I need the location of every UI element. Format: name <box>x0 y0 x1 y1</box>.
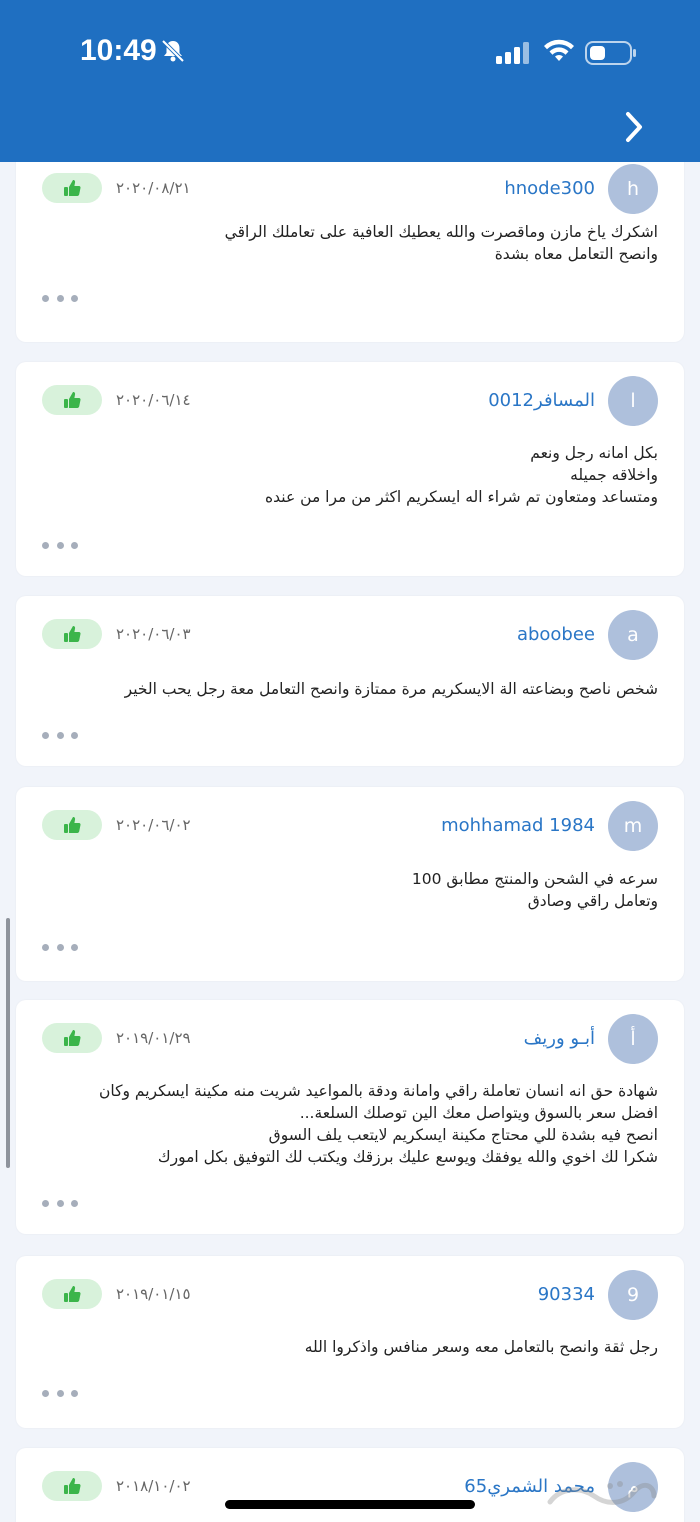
review-card: 9 90334 ٢٠١٩/٠١/١٥ رجل ثقة وانصح بالتعام… <box>16 1256 684 1428</box>
review-date: ٢٠١٩/٠١/٢٩ <box>116 1029 191 1047</box>
chevron-right-icon <box>626 112 642 142</box>
review-comment: اشكرك ياخ مازن وماقصرت والله يعطيك العاف… <box>224 223 658 263</box>
back-button[interactable] <box>612 105 656 149</box>
review-username[interactable]: أبـو وريف <box>524 1028 595 1049</box>
thumbs-up-icon <box>64 180 81 196</box>
avatar: 9 <box>608 1270 658 1320</box>
avatar: m <box>608 801 658 851</box>
bell-slash-icon <box>161 39 185 63</box>
review-card: أ أبـو وريف ٢٠١٩/٠١/٢٩ شهادة حق انه انسا… <box>16 1000 684 1234</box>
home-indicator[interactable] <box>225 1500 475 1509</box>
review-date: ٢٠٢٠/٠٨/٢١ <box>116 179 191 197</box>
app-header: 10:49 <box>0 0 700 162</box>
avatar: a <box>608 610 658 660</box>
like-button[interactable] <box>42 385 102 415</box>
more-options-button[interactable] <box>42 291 78 305</box>
review-comment: شخص ناصح وبضاعته الة الايسكريم مرة ممتاز… <box>124 680 658 698</box>
review-comment: رجل ثقة وانصح بالتعامل معه وسعر منافس وا… <box>304 1338 658 1356</box>
review-username[interactable]: mohhamad 1984 <box>441 815 595 836</box>
review-comment: بكل امانه رجل ونعم واخلاقه جميله ومتساعد… <box>265 444 658 506</box>
status-time: 10:49 <box>80 34 157 67</box>
review-username[interactable]: hnode300 <box>504 178 595 199</box>
review-date: ٢٠١٩/٠١/١٥ <box>116 1285 191 1303</box>
like-button[interactable] <box>42 1279 102 1309</box>
more-options-button[interactable] <box>42 1386 78 1400</box>
review-username[interactable]: المسافر0012 <box>488 390 595 411</box>
thumbs-up-icon <box>64 1286 81 1302</box>
scroll-indicator[interactable] <box>6 918 10 1168</box>
review-date: ٢٠٢٠/٠٦/١٤ <box>116 391 191 409</box>
battery-icon <box>585 41 636 65</box>
like-button[interactable] <box>42 619 102 649</box>
review-card: m mohhamad 1984 ٢٠٢٠/٠٦/٠٢ سرعه في الشحن… <box>16 787 684 981</box>
thumbs-up-icon <box>64 392 81 408</box>
avatar: ا <box>608 376 658 426</box>
avatar: h <box>608 164 658 214</box>
avatar: أ <box>608 1014 658 1064</box>
review-card: a aboobee ٢٠٢٠/٠٦/٠٣ شخص ناصح وبضاعته ال… <box>16 596 684 766</box>
review-card: ا المسافر0012 ٢٠٢٠/٠٦/١٤ بكل امانه رجل و… <box>16 362 684 576</box>
like-button[interactable] <box>42 810 102 840</box>
thumbs-up-icon <box>64 1030 81 1046</box>
thumbs-up-icon <box>64 817 81 833</box>
more-options-button[interactable] <box>42 1196 78 1210</box>
review-username[interactable]: aboobee <box>517 624 595 645</box>
wifi-icon <box>544 39 574 61</box>
like-button[interactable] <box>42 1023 102 1053</box>
more-options-button[interactable] <box>42 538 78 552</box>
like-button[interactable] <box>42 173 102 203</box>
review-date: ٢٠٢٠/٠٦/٠٣ <box>116 625 191 643</box>
more-options-button[interactable] <box>42 728 78 742</box>
review-username[interactable]: 90334 <box>538 1284 595 1305</box>
thumbs-up-icon <box>64 626 81 642</box>
review-comment: شهادة حق انه انسان تعاملة راقي وامانة ود… <box>99 1082 658 1166</box>
review-date: ٢٠٢٠/٠٦/٠٢ <box>116 816 191 834</box>
thumbs-up-icon <box>64 1478 81 1494</box>
review-comment: سرعه في الشحن والمنتج مطابق 100 وتعامل ر… <box>411 870 658 910</box>
review-date: ٢٠١٨/١٠/٠٢ <box>116 1477 191 1495</box>
status-bar: 10:49 <box>0 0 700 100</box>
more-options-button[interactable] <box>42 940 78 954</box>
watermark-logo <box>547 1481 657 1505</box>
cellular-signal-icon <box>496 42 529 64</box>
review-card: h hnode300 ٢٠٢٠/٠٨/٢١ اشكرك ياخ مازن وما… <box>16 162 684 342</box>
reviews-list[interactable]: h hnode300 ٢٠٢٠/٠٨/٢١ اشكرك ياخ مازن وما… <box>0 162 700 1522</box>
like-button[interactable] <box>42 1471 102 1501</box>
